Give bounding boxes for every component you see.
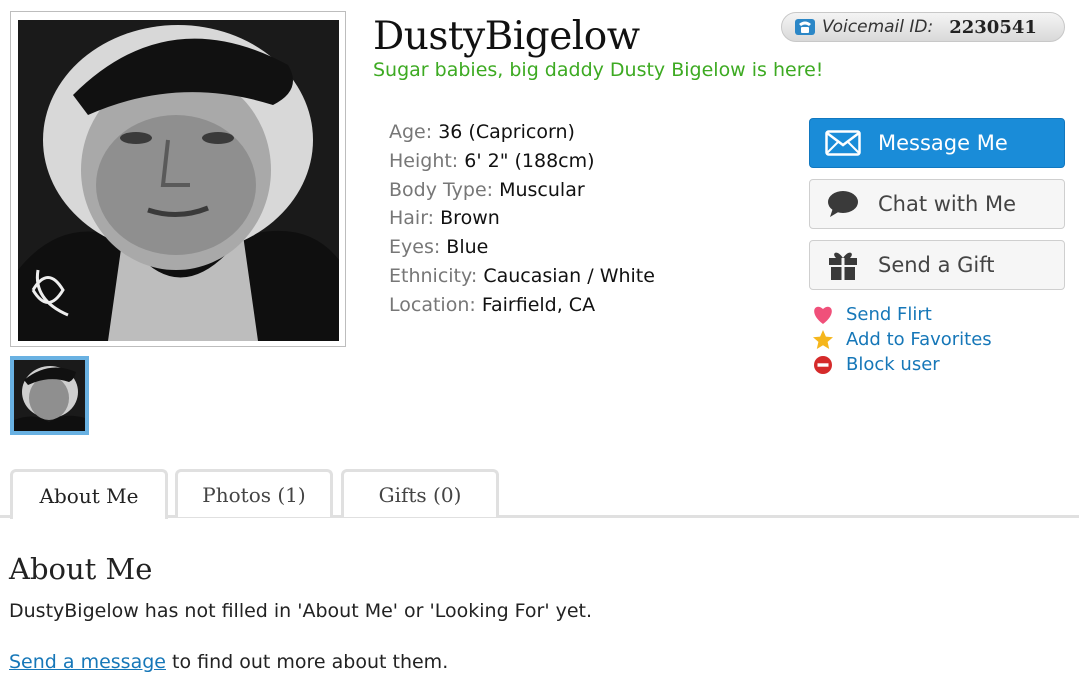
add-to-favorites-label: Add to Favorites	[846, 329, 992, 350]
about-me-heading: About Me	[9, 552, 153, 586]
detail-hair: Hair: Brown	[389, 204, 655, 233]
detail-value: Brown	[440, 207, 500, 230]
message-me-label: Message Me	[878, 131, 1008, 155]
detail-label: Ethnicity:	[389, 264, 478, 287]
detail-label: Location:	[389, 293, 476, 316]
voicemail-label: Voicemail ID:	[822, 17, 934, 37]
heart-icon	[812, 304, 834, 326]
detail-label: Age:	[389, 121, 433, 143]
detail-location: Location: Fairfield, CA	[389, 291, 655, 320]
detail-label: Height:	[389, 149, 459, 172]
phone-icon	[794, 18, 816, 36]
chat-with-me-label: Chat with Me	[878, 192, 1017, 216]
tab-about-me[interactable]: About Me	[10, 469, 168, 519]
send-message-link[interactable]: Send a message	[9, 651, 166, 673]
profile-tagline: Sugar babies, big daddy Dusty Bigelow is…	[373, 59, 824, 81]
block-icon	[812, 354, 834, 376]
profile-username: DustyBigelow	[373, 14, 640, 59]
detail-body-type: Body Type: Muscular	[389, 176, 655, 205]
send-flirt-label: Send Flirt	[846, 304, 932, 325]
send-gift-button[interactable]: Send a Gift	[809, 240, 1065, 290]
send-flirt-link[interactable]: Send Flirt	[812, 302, 992, 327]
detail-label: Hair:	[389, 207, 435, 230]
photo-thumbnail[interactable]	[10, 356, 89, 435]
speech-bubble-icon	[824, 189, 862, 219]
profile-details: Age: 36 (Capricorn) Height: 6' 2" (188cm…	[389, 118, 655, 320]
detail-age: Age: 36 (Capricorn)	[389, 118, 655, 147]
detail-label: Eyes:	[389, 236, 441, 259]
chat-with-me-button[interactable]: Chat with Me	[809, 179, 1065, 229]
detail-height: Height: 6' 2" (188cm)	[389, 147, 655, 176]
add-to-favorites-link[interactable]: Add to Favorites	[812, 327, 992, 352]
gift-icon	[824, 250, 862, 280]
block-user-label: Block user	[846, 354, 940, 375]
block-user-link[interactable]: Block user	[812, 352, 992, 377]
star-icon	[812, 329, 834, 351]
detail-value: Blue	[446, 236, 489, 259]
profile-action-links: Send Flirt Add to Favorites Block user	[812, 302, 992, 377]
voicemail-badge: Voicemail ID: 2230541	[781, 12, 1065, 42]
detail-label: Body Type:	[389, 178, 494, 201]
detail-ethnicity: Ethnicity: Caucasian / White	[389, 262, 655, 291]
about-me-cta: Send a message to find out more about th…	[9, 651, 448, 673]
about-me-cta-suffix: to find out more about them.	[165, 651, 449, 673]
about-me-text: DustyBigelow has not filled in 'About Me…	[9, 600, 593, 622]
detail-value: Muscular	[499, 178, 585, 201]
envelope-icon	[824, 128, 862, 158]
tab-photos[interactable]: Photos (1)	[175, 469, 333, 517]
detail-value: 6' 2" (188cm)	[464, 149, 595, 172]
detail-value: Fairfield, CA	[481, 293, 596, 316]
send-gift-label: Send a Gift	[878, 253, 995, 277]
profile-photo-frame	[10, 11, 346, 347]
detail-value: 36 (Capricorn)	[438, 121, 575, 143]
voicemail-id: 2230541	[949, 16, 1037, 38]
tab-gifts[interactable]: Gifts (0)	[341, 469, 499, 517]
detail-eyes: Eyes: Blue	[389, 233, 655, 262]
profile-photo[interactable]	[18, 20, 339, 341]
detail-value: Caucasian / White	[483, 264, 655, 287]
message-me-button[interactable]: Message Me	[809, 118, 1065, 168]
